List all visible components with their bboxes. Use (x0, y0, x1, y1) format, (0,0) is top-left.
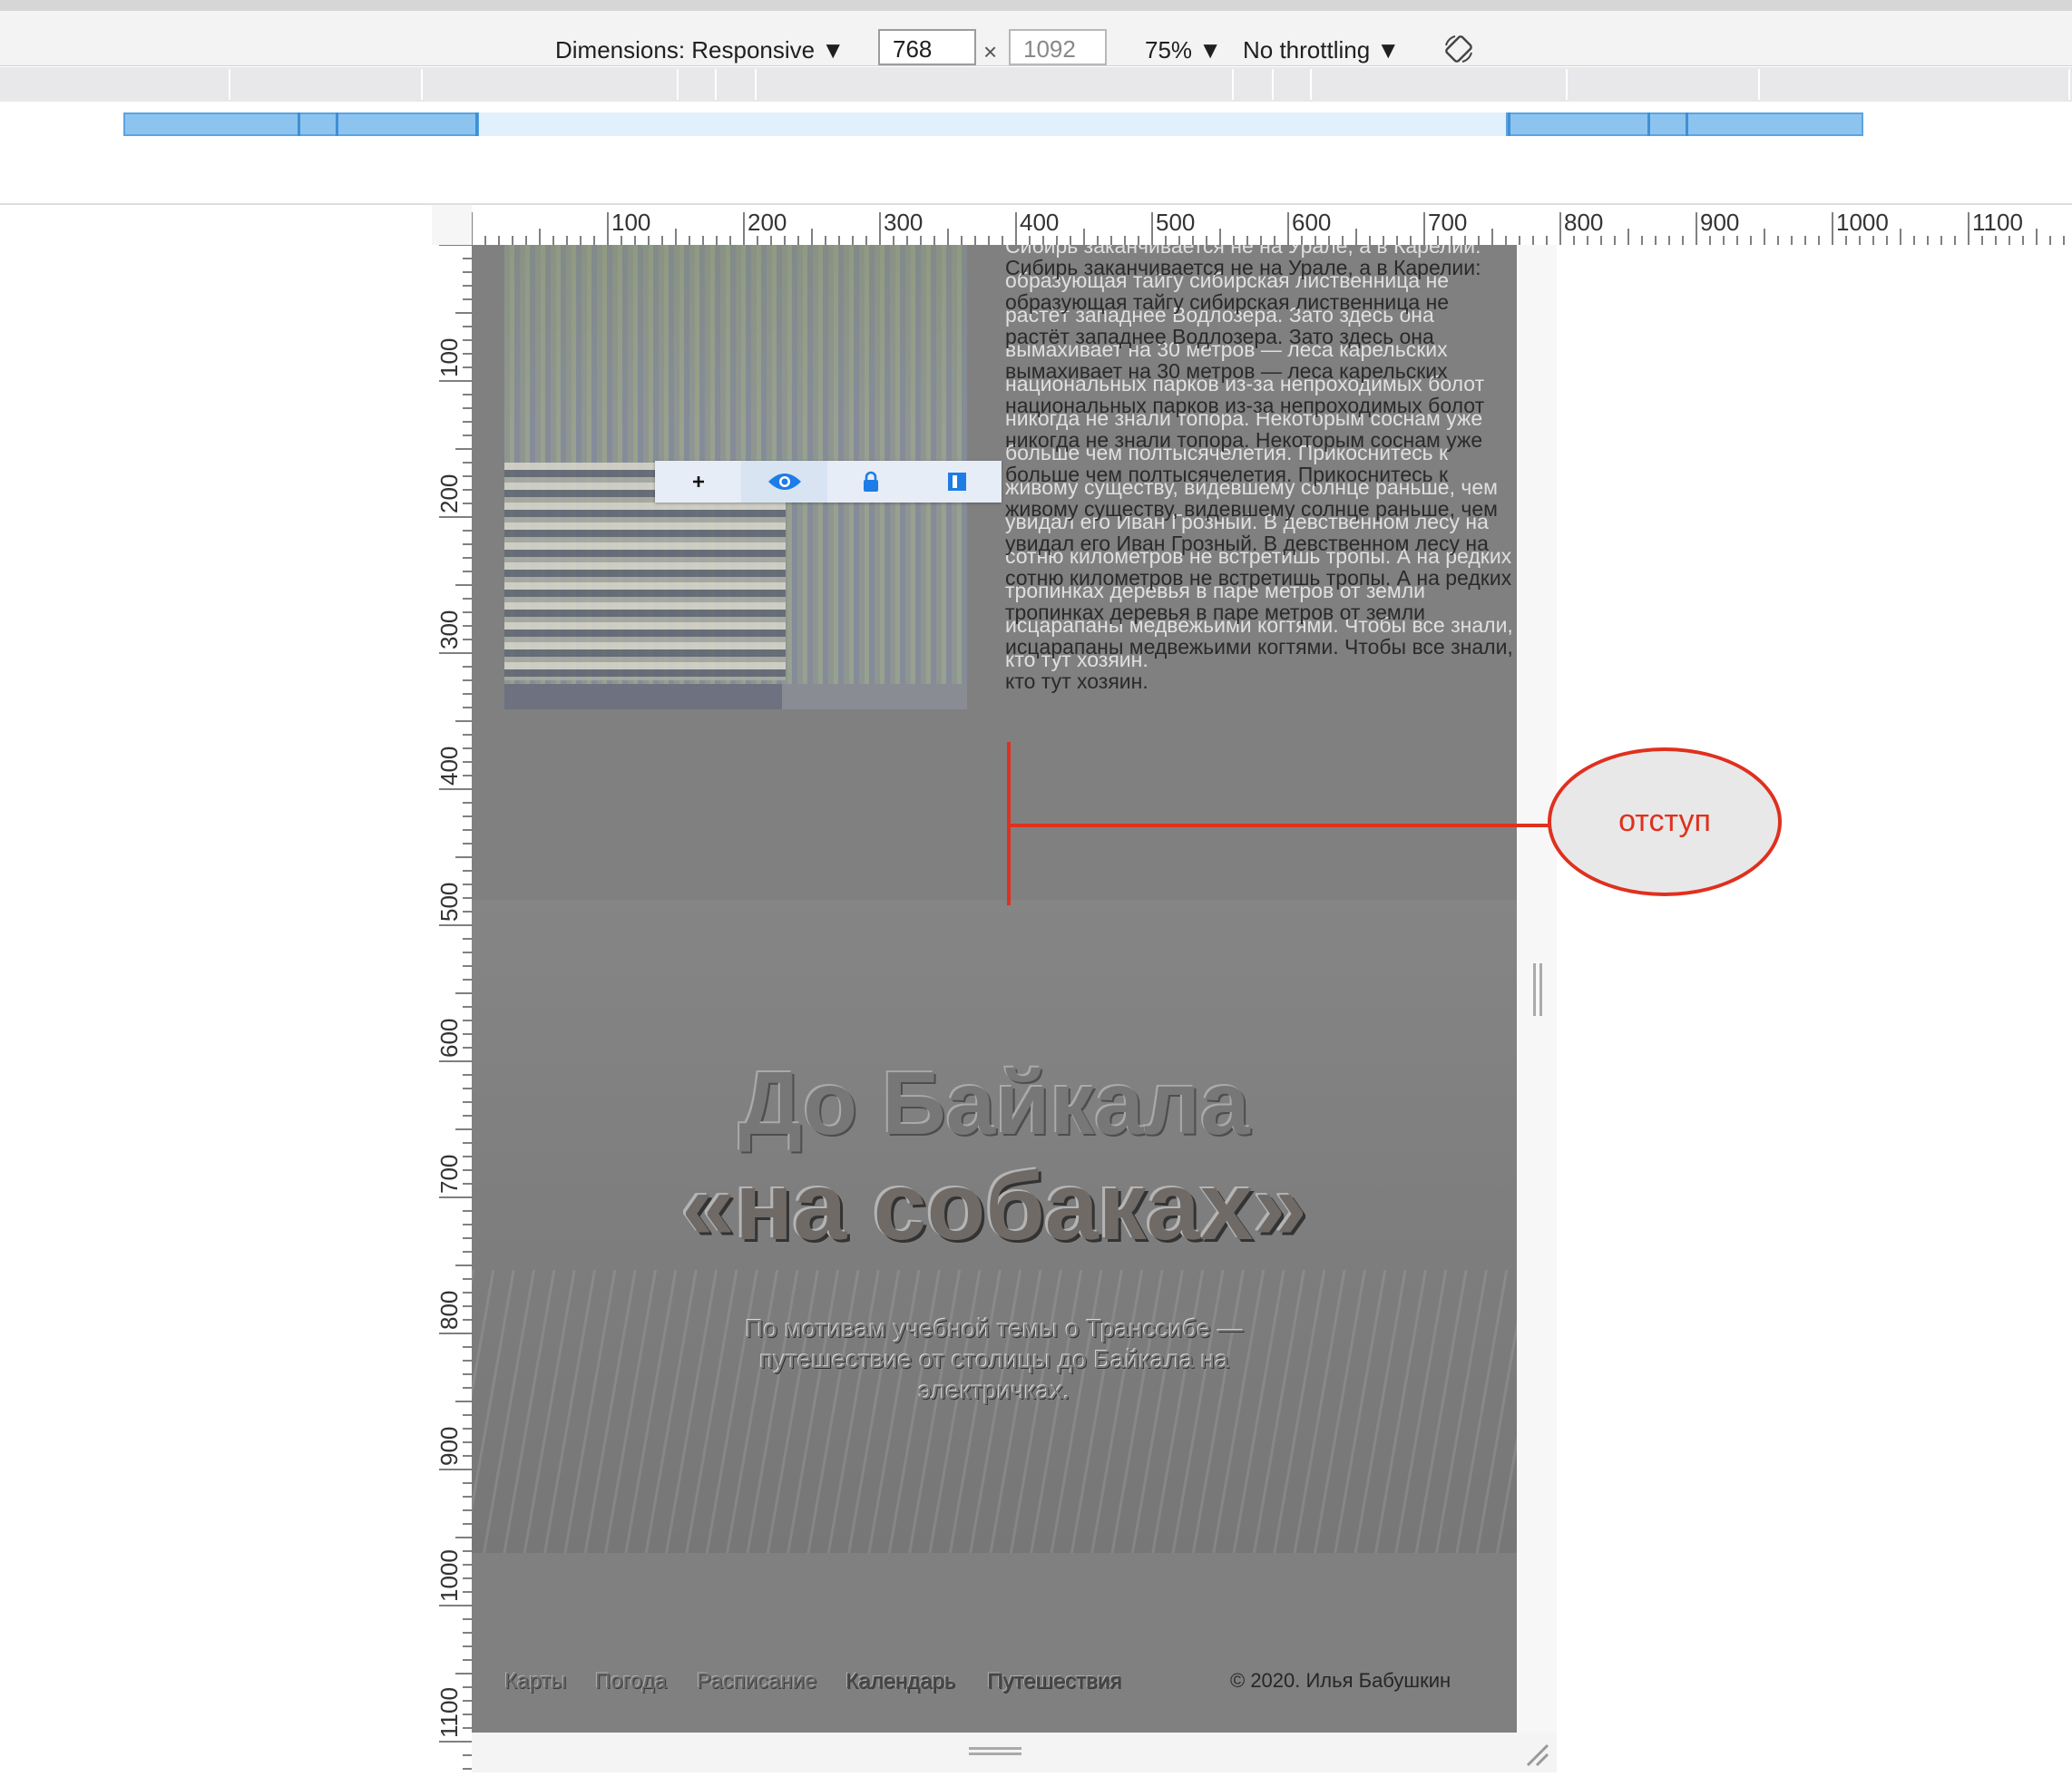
ruler-label: 700 (1428, 209, 1467, 236)
ruler-top: 100 200 300 400 500 600 700 800 900 1000 1100 (471, 205, 2072, 245)
mq-divider (1508, 112, 1510, 136)
mq-divider (475, 112, 478, 136)
footer-link-travel[interactable]: Путешествия (987, 1669, 1121, 1694)
mq-tick (1272, 69, 1274, 100)
hero-title-line1: До Байкала (738, 1053, 1250, 1153)
ruler-label: 100 (435, 338, 463, 377)
resize-handle-corner[interactable] (1524, 1742, 1549, 1767)
overlay-toolbar (655, 461, 1002, 503)
media-query-range[interactable] (479, 112, 1506, 136)
mq-divider (298, 112, 300, 136)
mq-tick (715, 69, 717, 100)
resize-handle-bottom[interactable] (969, 1747, 1021, 1755)
device-toolbar: Dimensions: Responsive ▼ 768 × 1092 75% … (0, 11, 2072, 66)
mq-divider (336, 112, 338, 136)
ruler-label: 200 (435, 474, 463, 513)
throttling-dropdown[interactable]: No throttling ▼ (1243, 36, 1400, 64)
article-text: Сибирь заканчивается не на Урале, а в Ка… (1005, 256, 1513, 693)
footer-link-weather[interactable]: Погода (595, 1669, 667, 1694)
ruler-left: 100 200 300 400 500 600 700 800 900 1000 1100 (432, 244, 472, 1772)
mq-tick (1232, 69, 1234, 100)
zoom-dropdown[interactable]: 75% ▼ (1145, 36, 1222, 64)
plus-icon[interactable] (655, 461, 741, 503)
width-input[interactable]: 768 (878, 29, 976, 65)
mq-tick (755, 69, 757, 100)
ruler-label: 800 (1564, 209, 1603, 236)
ruler-label: 100 (611, 209, 650, 236)
footer-copyright: © 2020. Илья Бабушкин (1230, 1669, 1451, 1692)
footer-link-schedule[interactable]: Расписание (697, 1669, 816, 1694)
ruler-corner (432, 205, 472, 245)
ruler-label: 300 (435, 610, 463, 649)
footer-link-maps[interactable]: Карты (504, 1669, 566, 1694)
ruler-label: 1000 (1836, 209, 1889, 236)
ruler-label: 700 (435, 1155, 463, 1194)
ruler-label: 900 (435, 1427, 463, 1466)
ruler-label: 400 (1020, 209, 1059, 236)
mq-tick (1566, 69, 1568, 100)
ruler-label: 500 (435, 883, 463, 922)
ruler-label: 500 (1156, 209, 1195, 236)
ruler-label: 200 (748, 209, 787, 236)
mq-tick (1758, 69, 1760, 100)
mq-divider (1647, 112, 1650, 136)
mq-tick (229, 69, 230, 100)
mq-divider (1686, 112, 1688, 136)
times-sign: × (983, 38, 998, 65)
hero-rail-lines (472, 1270, 1517, 1553)
footer-link-calendar[interactable]: Календарь (845, 1669, 955, 1694)
ruler-label: 1000 (435, 1549, 463, 1602)
mq-tick (677, 69, 679, 100)
ruler-label: 800 (435, 1291, 463, 1330)
ruler-label: 300 (884, 209, 923, 236)
window-top-strip (0, 0, 2072, 11)
ruler-label: 600 (435, 1019, 463, 1058)
dimensions-dropdown[interactable]: Dimensions: Responsive ▼ (555, 36, 845, 64)
ruler-label: 900 (1700, 209, 1739, 236)
photo-bottom-strip-dark (504, 684, 782, 709)
media-query-max-width[interactable] (1506, 112, 1863, 136)
ruler-label: 1100 (435, 1687, 463, 1738)
split-icon[interactable] (914, 461, 1000, 503)
mq-tick (1310, 69, 1312, 100)
ruler-label: 1100 (1972, 209, 2023, 236)
hero-title-line2: «на собаках» (681, 1153, 1307, 1260)
lock-icon[interactable] (827, 461, 914, 503)
rotate-icon[interactable] (1442, 33, 1475, 65)
media-query-min-width[interactable] (123, 112, 479, 136)
ruler-label: 400 (435, 747, 463, 786)
annotation-label: отступ (1618, 804, 1711, 838)
mq-tick (421, 69, 423, 100)
height-input[interactable]: 1092 (1009, 29, 1107, 65)
media-query-bar-gray (0, 67, 2072, 102)
annotation-horizontal-line (1009, 824, 1549, 827)
ruler-label: 600 (1292, 209, 1331, 236)
footer: Карты Погода Расписание Календарь Путеше… (472, 1669, 1517, 1705)
eye-icon[interactable] (741, 461, 827, 503)
mq-tick (2068, 69, 2070, 100)
emulated-viewport: Сибирь заканчивается не на Урале, а в Ка… (472, 245, 1517, 1733)
hero-subtitle: По мотивам учебной темы о Транссибе — пу… (745, 1314, 1244, 1404)
resize-handle-right[interactable] (1533, 963, 1542, 1016)
